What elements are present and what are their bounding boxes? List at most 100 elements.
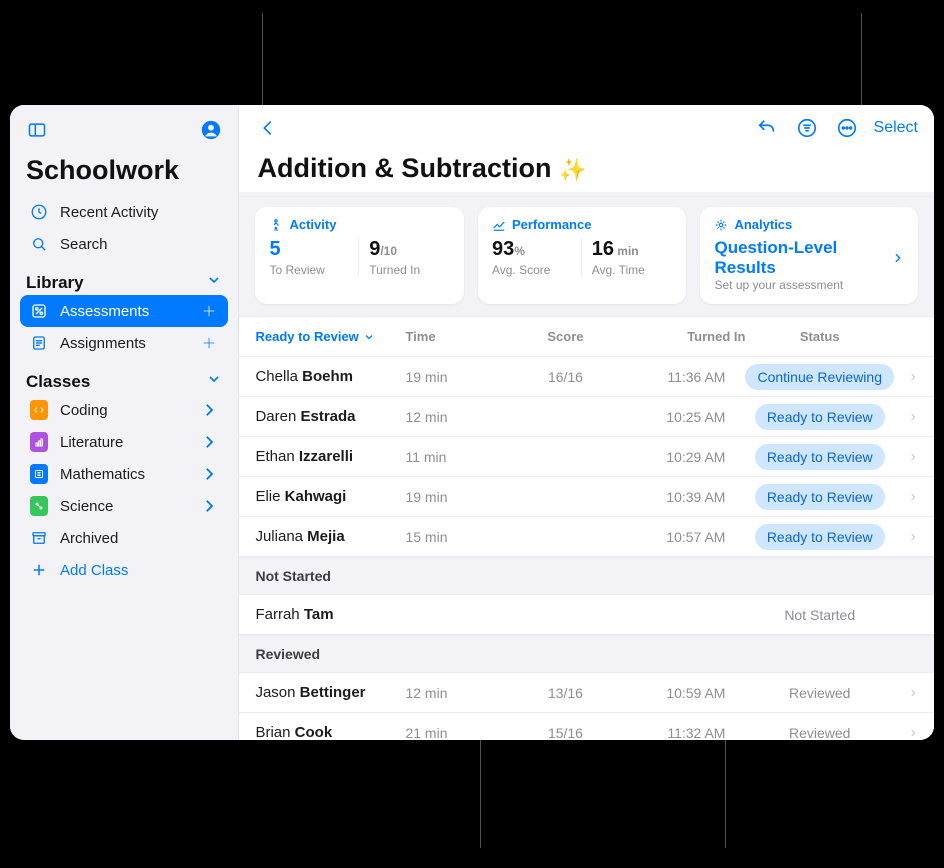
activity-card[interactable]: Activity 5 To Review 9/10 Turned In [255,207,464,304]
column-time[interactable]: Time [405,329,505,344]
link-text: Question-Level Results [714,238,890,278]
filter-button[interactable] [792,113,822,143]
archive-icon [30,529,48,547]
chevron-down-icon [363,331,375,343]
avg-time-label: Avg. Time [592,263,673,277]
to-review-value: 5 [269,238,280,260]
time-cell: 19 min [405,489,505,505]
sidebar-search[interactable]: Search [20,228,228,260]
chevron-right-icon [200,497,218,515]
select-button[interactable]: Select [872,115,920,141]
status-pill[interactable]: Continue Reviewing [745,364,894,390]
undo-button[interactable] [752,113,782,143]
sidebar-icon [27,120,47,140]
sidebar-toggle-button[interactable] [24,117,50,143]
turned-in-cell: 11:36 AM [625,369,745,385]
profile-button[interactable] [198,117,224,143]
column-ready-to-review[interactable]: Ready to Review [255,329,405,344]
back-button[interactable] [253,113,283,143]
disclosure-chevron [894,490,918,504]
table-row[interactable]: Juliana Mejia15 min10:57 AMReady to Revi… [239,517,934,557]
page-title: Addition & Subtraction ✨ [239,143,934,192]
sidebar-class-literature[interactable]: Literature [20,426,228,458]
table-row[interactable]: Farrah TamNot Started [239,595,934,635]
search-icon [30,235,48,253]
status-text: Reviewed [745,725,894,741]
sidebar-item-label: Search [60,236,218,253]
time-cell: 21 min [405,725,505,741]
analytics-subtitle: Set up your assessment [714,278,904,292]
column-label: Ready to Review [255,329,358,344]
sidebar-class-science[interactable]: Science [20,490,228,522]
sidebar-item-label: Assessments [60,303,188,320]
table-row[interactable]: Jason Bettinger12 min13/1610:59 AMReview… [239,673,934,713]
sidebar: Schoolwork Recent Activity Search Librar… [10,105,239,740]
status-pill[interactable]: Ready to Review [755,524,885,550]
to-review-label: To Review [269,263,350,277]
avg-score-unit: % [514,244,525,258]
disclosure-chevron [894,450,918,464]
sidebar-assessments[interactable]: Assessments [20,295,228,327]
classes-section-header[interactable]: Classes [10,359,238,394]
sidebar-class-mathematics[interactable]: Mathematics [20,458,228,490]
turned-in-cell: 10:29 AM [625,449,745,465]
status-pill[interactable]: Ready to Review [755,444,885,470]
avg-score-value: 93 [492,238,514,260]
plus-icon [200,302,218,320]
table-row[interactable]: Ethan Izzarelli11 min10:29 AMReady to Re… [239,437,934,477]
table-row[interactable]: Daren Estrada12 min10:25 AMReady to Revi… [239,397,934,437]
turned-in-of: /10 [380,244,397,258]
turned-in-cell: 10:39 AM [625,489,745,505]
table-row[interactable]: Chella Boehm19 min16/1611:36 AMContinue … [239,357,934,397]
sidebar-item-label: Literature [60,434,188,451]
column-turned-in[interactable]: Turned In [625,329,745,344]
sidebar-archived[interactable]: Archived [20,522,228,554]
column-status[interactable]: Status [745,329,894,344]
add-assessment-button[interactable] [200,302,218,320]
sidebar-recent-activity[interactable]: Recent Activity [20,196,228,228]
status-pill[interactable]: Ready to Review [755,404,885,430]
more-button[interactable] [832,113,862,143]
disclosure-chevron [894,530,918,544]
column-score[interactable]: Score [505,329,625,344]
sidebar-item-label: Recent Activity [60,204,218,221]
section-label: Classes [26,372,90,392]
app-title: Schoolwork [10,147,238,196]
sidebar-add-class[interactable]: Add Class [20,554,228,586]
status-pill[interactable]: Ready to Review [755,484,885,510]
library-section-header[interactable]: Library [10,260,238,295]
class-color-icon [30,401,48,419]
student-name: Farrah Tam [255,606,405,623]
sparkle-analytics-icon [714,218,728,232]
time-cell: 12 min [405,685,505,701]
avg-time-value: 16 [592,238,614,260]
performance-card[interactable]: Performance 93% Avg. Score 16 min Avg. T… [478,207,687,304]
status-text: Reviewed [745,685,894,701]
analytics-card[interactable]: Analytics Question-Level Results Set up … [700,207,918,304]
sidebar-item-label: Assignments [60,335,188,352]
document-icon [30,334,48,352]
class-color-icon [30,433,48,451]
sidebar-item-label: Add Class [60,562,218,579]
ellipsis-circle-icon [836,117,858,139]
turned-in-cell: 10:25 AM [625,409,745,425]
score-cell: 15/16 [505,725,625,741]
sidebar-item-label: Archived [60,530,218,547]
table-header: Ready to Review Time Score Turned In Sta… [239,317,934,357]
table-row[interactable]: Brian Cook21 min15/1611:32 AMReviewed [239,713,934,740]
student-name: Jason Bettinger [255,684,405,701]
sidebar-class-coding[interactable]: Coding [20,394,228,426]
table-row[interactable]: Elie Kahwagi19 min10:39 AMReady to Revie… [239,477,934,517]
percent-icon [30,302,48,320]
student-table: Ready to Review Time Score Turned In Sta… [239,317,934,740]
plus-icon [200,334,218,352]
add-assignment-button[interactable] [200,334,218,352]
sparkle-icon: ✨ [559,157,586,182]
question-level-link[interactable]: Question-Level Results [714,238,904,278]
turned-in-label: Turned In [369,263,450,277]
person-walk-icon [269,218,283,232]
score-cell: 13/16 [505,685,625,701]
student-name: Ethan Izzarelli [255,448,405,465]
chevron-right-icon [200,401,218,419]
sidebar-assignments[interactable]: Assignments [20,327,228,359]
